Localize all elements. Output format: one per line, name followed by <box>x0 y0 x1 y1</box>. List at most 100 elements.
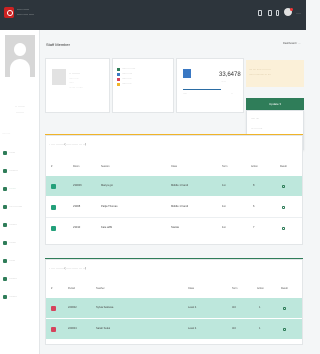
sidebar-item-label: ········· <box>9 295 18 298</box>
col-header: Term <box>232 287 238 290</box>
nav-section-title: ·········· <box>2 132 11 135</box>
view-icon[interactable] <box>283 307 286 310</box>
status-badge <box>51 306 56 311</box>
view-icon[interactable] <box>282 206 285 209</box>
sidebar-item-6[interactable]: ········ <box>0 239 40 249</box>
cell-code: 220004 <box>68 327 77 330</box>
staff-detail: ······ ····· <box>69 77 79 80</box>
col-header: # <box>51 165 53 168</box>
staff-name: ·· ········ <box>69 71 80 75</box>
view-icon[interactable] <box>282 227 285 230</box>
breadcrumb[interactable]: Dashboard / ··· <box>283 42 300 45</box>
sidebar-item-9[interactable]: ········· <box>0 293 40 303</box>
sidebar-item-label: ······· <box>9 259 16 262</box>
stat-right-label: ·· <box>231 92 233 95</box>
user-name[interactable]: ····· <box>296 11 301 15</box>
cell-class: Middle 1 Fandi <box>171 205 189 208</box>
stat-left-label: ····· <box>183 92 187 95</box>
profile-avatar <box>5 35 35 77</box>
table-completed: · ···· ········ (······ ······ ··· ··) #… <box>45 259 303 345</box>
sidebar-item-7[interactable]: ······· <box>0 257 40 267</box>
stat-subtitle: ······· <box>221 81 227 83</box>
nav-icon <box>3 187 7 191</box>
col-header: Action <box>257 287 264 290</box>
alert-text: ······· ··········· ··· ···· <box>249 73 271 76</box>
school-logo[interactable] <box>4 7 14 18</box>
table-upcoming: · ···· ········ (······ ······ ··· ··) #… <box>45 135 303 245</box>
cell-class: Level 4 <box>188 327 197 330</box>
table-row[interactable] <box>46 319 302 339</box>
sidebar-item-2[interactable]: ·········· <box>0 167 40 177</box>
sidebar-item-4[interactable]: ···· ·········· <box>0 203 40 213</box>
table-title: · ···· ········ (······ ······ ··· ··) <box>49 266 86 270</box>
top-navbar: ··········· ·········· ····· ····· <box>0 0 306 30</box>
sidebar-item-3-active[interactable]: ········ <box>0 185 40 195</box>
sidebar-item-label: ········· <box>9 223 18 226</box>
cell-class: Stanite <box>171 226 180 229</box>
legend-card: ······ ···· ····· ······· ····· ······ ·… <box>112 58 174 113</box>
cell-term: 3rd <box>232 306 236 309</box>
nav-icon <box>3 151 7 155</box>
brand-title: ··········· <box>17 8 30 12</box>
staff-detail: ··· ···· · ······· <box>69 86 83 89</box>
col-header: Period <box>68 287 75 290</box>
nav-icon <box>3 259 7 263</box>
legend-label: ······ ····· <box>122 82 132 85</box>
legend-swatch <box>117 72 120 76</box>
sidebar-item-8[interactable]: ········· <box>0 275 40 285</box>
col-header: Teacher <box>96 287 105 290</box>
cell-name: Patija Thomas <box>101 205 118 208</box>
cell-name: Sylvia Sekiswa <box>96 306 114 309</box>
view-icon[interactable] <box>283 328 286 331</box>
col-header: Action <box>251 165 258 168</box>
stat-number: 33,6478 <box>219 72 241 78</box>
cell-count: 7 <box>253 226 255 229</box>
update-dropdown-button[interactable]: Update ▾ <box>246 98 304 110</box>
cell-class: Level 4 <box>188 306 197 309</box>
status-badge <box>51 205 56 210</box>
sidebar-item-label: ······· <box>9 151 16 154</box>
dropdown-item[interactable]: ····· ···· <box>251 117 259 120</box>
sidebar-item-label: ···· ·········· <box>9 205 23 208</box>
cell-name: Mariya gsi <box>101 184 113 187</box>
legend-swatch <box>117 67 120 71</box>
col-header: # <box>51 287 53 290</box>
profile-name: ·· ······· <box>15 104 25 108</box>
sidebar-item-label: ········· <box>9 277 18 280</box>
menu-icon[interactable] <box>276 10 279 16</box>
view-icon[interactable] <box>282 185 285 188</box>
sidebar-item-5[interactable]: ········· <box>0 221 40 231</box>
sidebar-item-1[interactable]: ······· <box>0 149 40 159</box>
dropdown-item[interactable]: ··· ···· ····· <box>251 127 262 130</box>
stat-icon <box>183 69 191 78</box>
nav-icon <box>3 205 7 209</box>
sidebar-item-label: ········ <box>9 241 17 244</box>
cell-code: 230006 <box>73 184 82 187</box>
nav-icon <box>3 241 7 245</box>
table-title: · ···· ········ (······ ······ ··· ··) <box>49 142 86 146</box>
nav-icon <box>3 169 7 173</box>
brand-subtitle: ·········· ····· <box>17 13 35 17</box>
cell-count: 6 <box>253 205 255 208</box>
stat-progress <box>183 89 221 90</box>
status-badge <box>51 226 56 231</box>
alert-box: ···· ···· ······ ··· ··· ··· ······· ···… <box>246 60 304 87</box>
nav-icon <box>3 295 7 299</box>
staff-photo <box>52 69 66 85</box>
sidebar-item-label: ········ <box>9 187 17 190</box>
profile-role: ········ <box>16 110 24 114</box>
sidebar: ·· ······· ········ ·········· ······· ·… <box>0 30 40 354</box>
col-header: Room <box>73 165 80 168</box>
table-row[interactable] <box>46 298 302 318</box>
col-header: Result <box>281 287 288 290</box>
stat-card: 33,6478 ······· ····· ·· <box>176 58 244 113</box>
cell-term: 1st <box>222 226 226 229</box>
notification-icon[interactable] <box>258 10 262 16</box>
cell-count: 8 <box>253 184 255 187</box>
cell-count: 1 <box>259 306 261 309</box>
message-icon[interactable] <box>268 10 272 16</box>
cell-term: 1st <box>222 184 226 187</box>
nav-icon <box>3 223 7 227</box>
legend-label: ······ ····· <box>122 77 132 80</box>
cell-name: Sarah Sukui <box>96 327 111 330</box>
